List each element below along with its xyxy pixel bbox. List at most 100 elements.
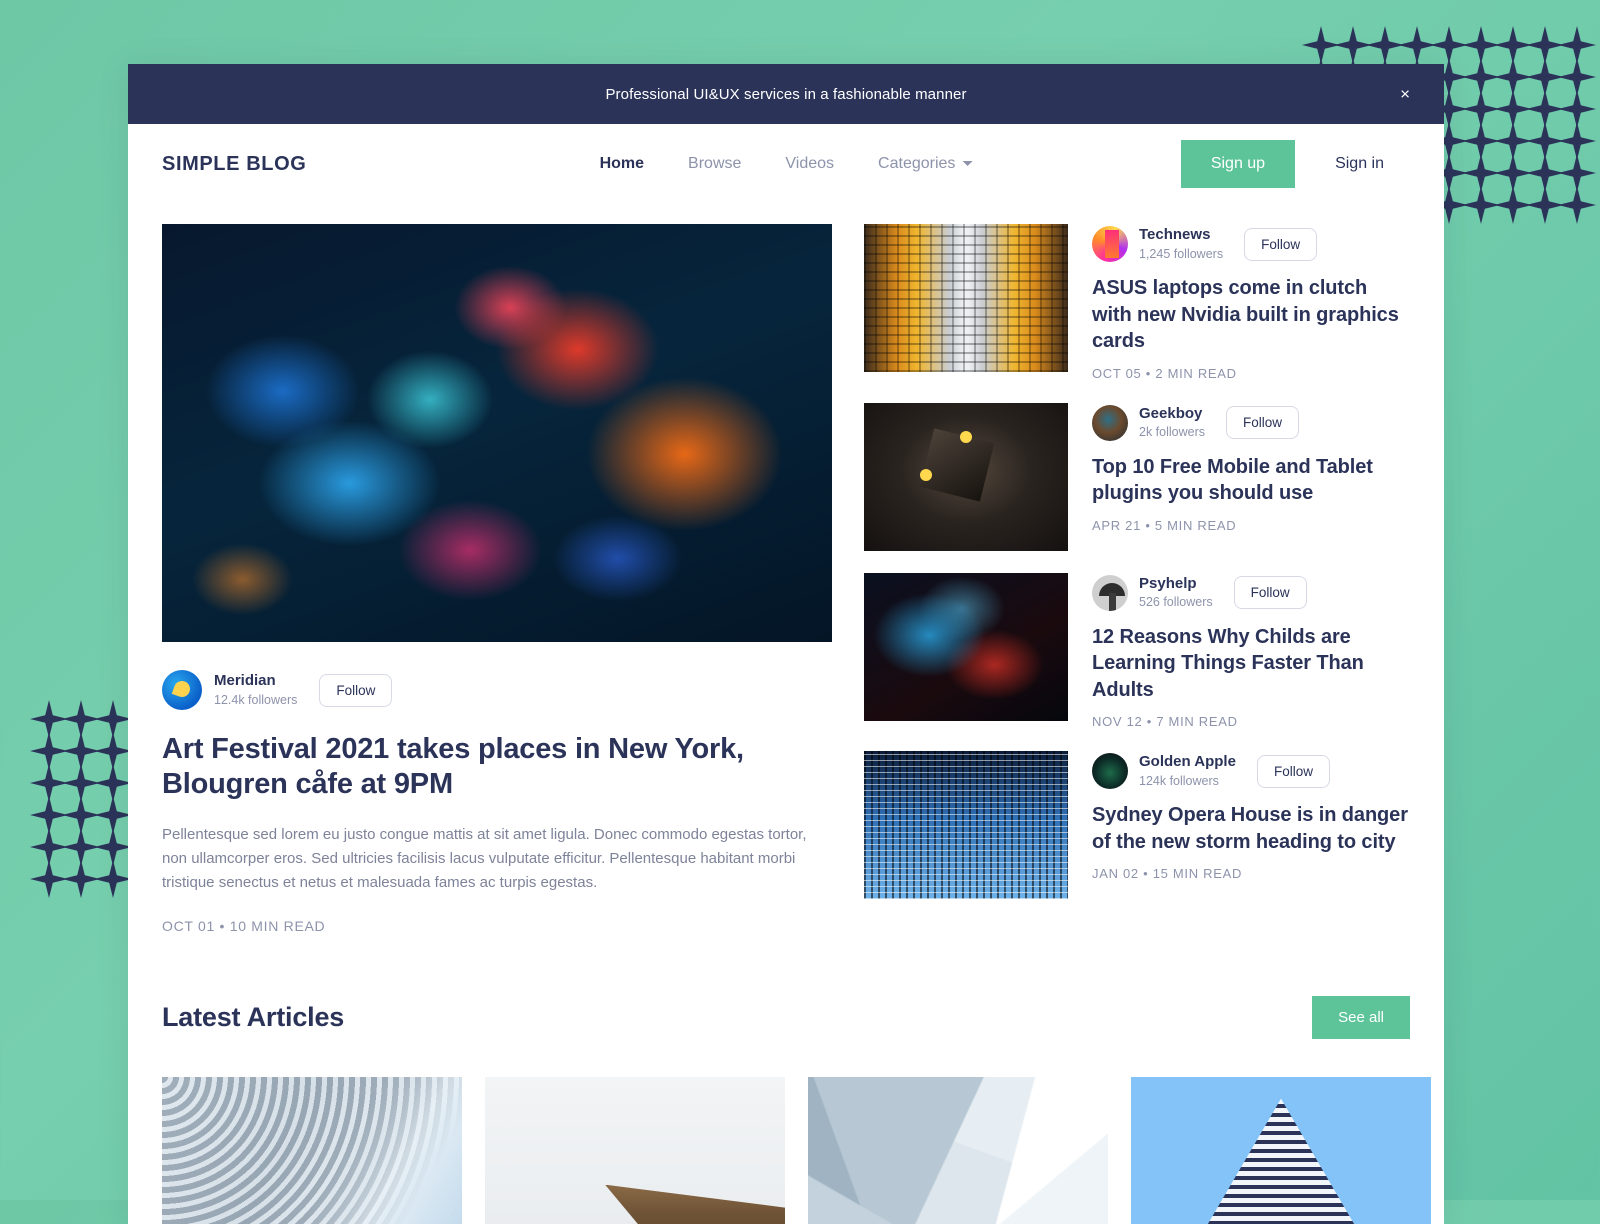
diamond-icon — [94, 796, 132, 834]
diamond-icon — [1494, 26, 1532, 64]
featured-article[interactable]: Meridian 12.4k followers Follow Art Fest… — [162, 224, 832, 934]
author-followers: 2k followers — [1139, 425, 1205, 440]
avatar[interactable] — [1092, 753, 1128, 790]
diamond-icon — [1462, 122, 1500, 160]
sidebar-article-list: Technews 1,245 followers Follow ASUS lap… — [864, 224, 1410, 934]
diamond-icon — [1526, 186, 1564, 224]
diamond-icon — [30, 796, 68, 834]
diamond-icon — [30, 828, 68, 866]
article-author-row: Psyhelp 526 followers Follow — [1092, 575, 1410, 611]
diamond-icon — [30, 764, 68, 802]
article-card-image[interactable] — [485, 1076, 785, 1224]
diamond-icon — [30, 732, 68, 770]
featured-article-image[interactable] — [162, 224, 832, 642]
article-meta: NOV 12 • 7 MIN READ — [1092, 714, 1238, 730]
diamond-icon — [62, 796, 100, 834]
article-author-meta: Psyhelp 526 followers — [1139, 575, 1213, 611]
follow-button[interactable]: Follow — [1256, 754, 1330, 788]
diamond-icon — [1494, 90, 1532, 128]
author-name[interactable]: Geekboy — [1139, 405, 1205, 424]
diamond-icon — [1302, 26, 1340, 64]
diamond-icon — [1462, 26, 1500, 64]
diamond-icon — [1558, 90, 1596, 128]
author-followers: 1,245 followers — [1139, 246, 1224, 261]
article-card-image[interactable] — [808, 1076, 1108, 1224]
article-title[interactable]: Sydney Opera House is in danger of the n… — [1092, 802, 1410, 855]
featured-article-excerpt: Pellentesque sed lorem eu justo congue m… — [162, 825, 807, 892]
article-title[interactable]: Top 10 Free Mobile and Tablet plugins yo… — [1092, 454, 1410, 507]
article-card[interactable] — [485, 1076, 785, 1224]
sign-up-button[interactable]: Sign up — [1180, 140, 1296, 188]
article-card[interactable] — [162, 1076, 462, 1224]
latest-articles-grid — [128, 1039, 1444, 1224]
list-item[interactable]: Golden Apple 124k followers Follow Sydne… — [864, 751, 1410, 900]
author-name[interactable]: Technews — [1139, 226, 1223, 245]
follow-button[interactable]: Follow — [1233, 576, 1307, 610]
nav-item-videos[interactable]: Videos — [785, 155, 834, 173]
author-followers: 12.4k followers — [214, 692, 298, 707]
nav-item-categories[interactable]: Categories — [878, 155, 973, 173]
featured-author-meta: Meridian 12.4k followers — [214, 672, 297, 708]
author-name[interactable]: Meridian — [214, 672, 297, 691]
diamond-icon — [94, 764, 132, 802]
diamond-icon — [1462, 154, 1500, 192]
author-name[interactable]: Golden Apple — [1139, 753, 1236, 772]
latest-articles-header: Latest Articles See all — [128, 934, 1444, 1039]
sign-in-button[interactable]: Sign in — [1295, 140, 1410, 188]
featured-article-title[interactable]: Art Festival 2021 takes places in New Yo… — [162, 732, 832, 803]
article-author-row: Golden Apple 124k followers Follow — [1092, 753, 1410, 790]
article-card[interactable] — [1131, 1076, 1431, 1224]
article-title[interactable]: 12 Reasons Why Childs are Learning Thing… — [1092, 624, 1410, 703]
diamond-icon — [94, 828, 132, 866]
diamond-icon — [1494, 122, 1532, 160]
article-author-meta: Technews 1,245 followers — [1139, 226, 1223, 262]
diamond-icon — [1462, 58, 1500, 96]
featured-author-row: Meridian 12.4k followers Follow — [162, 670, 832, 710]
see-all-button[interactable]: See all — [1312, 995, 1410, 1039]
article-thumbnail[interactable] — [864, 572, 1068, 721]
author-followers: 124k followers — [1139, 773, 1219, 788]
avatar[interactable] — [1092, 404, 1128, 441]
chevron-down-icon — [962, 161, 973, 167]
author-name[interactable]: Psyhelp — [1139, 575, 1213, 594]
nav-links: Home Browse Videos Categories — [600, 155, 973, 173]
close-icon[interactable]: × — [1400, 86, 1410, 103]
nav-item-home[interactable]: Home — [600, 155, 644, 173]
article-meta: JAN 02 • 15 MIN READ — [1092, 866, 1243, 882]
diamond-icon — [62, 764, 100, 802]
diamond-icon — [62, 700, 100, 738]
article-card-image[interactable] — [162, 1076, 462, 1224]
navbar: SIMPLE BLOG Home Browse Videos Categorie… — [128, 124, 1444, 204]
diamond-icon — [1526, 90, 1564, 128]
article-card-image[interactable] — [1131, 1076, 1431, 1224]
article-author-row: Technews 1,245 followers Follow — [1092, 226, 1410, 263]
article-card[interactable] — [808, 1076, 1108, 1224]
article-thumbnail[interactable] — [864, 224, 1068, 372]
list-item[interactable]: Geekboy 2k followers Follow Top 10 Free … — [864, 402, 1410, 551]
page-card: Professional UI&UX services in a fashion… — [128, 64, 1444, 1224]
follow-button[interactable]: Follow — [1226, 406, 1300, 440]
diamond-icon — [94, 732, 132, 770]
follow-button[interactable]: Follow — [1244, 227, 1318, 261]
diamond-icon — [1494, 154, 1532, 192]
list-item[interactable]: Psyhelp 526 followers Follow 12 Reasons … — [864, 572, 1410, 730]
nav-item-browse[interactable]: Browse — [688, 155, 741, 173]
avatar[interactable] — [1092, 574, 1128, 611]
list-item[interactable]: Technews 1,245 followers Follow ASUS lap… — [864, 224, 1410, 381]
article-body: Technews 1,245 followers Follow ASUS lap… — [1092, 224, 1410, 381]
article-meta: APR 21 • 5 MIN READ — [1092, 517, 1237, 533]
author-followers: 526 followers — [1139, 595, 1213, 610]
avatar[interactable] — [1092, 226, 1128, 263]
featured-image-artwork — [162, 224, 832, 642]
diamond-icon — [1558, 154, 1596, 192]
article-thumbnail[interactable] — [864, 751, 1068, 900]
follow-button[interactable]: Follow — [319, 673, 393, 707]
article-title[interactable]: ASUS laptops come in clutch with new Nvi… — [1092, 275, 1410, 354]
article-author-row: Geekboy 2k followers Follow — [1092, 405, 1410, 441]
article-thumbnail[interactable] — [864, 402, 1068, 551]
brand-logo[interactable]: SIMPLE BLOG — [162, 153, 306, 176]
diamond-icon — [94, 700, 132, 738]
featured-article-meta: OCT 01 • 10 MIN READ — [162, 917, 326, 934]
nav-item-categories-label: Categories — [878, 155, 956, 172]
avatar[interactable] — [162, 670, 202, 710]
